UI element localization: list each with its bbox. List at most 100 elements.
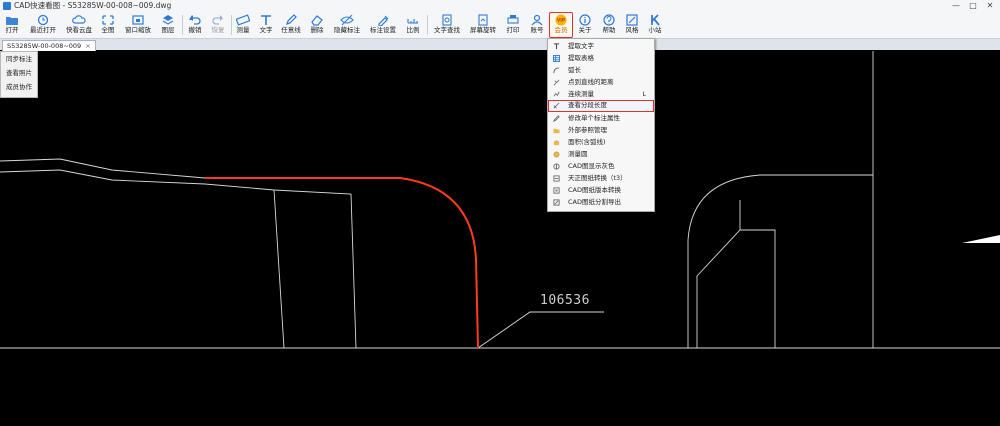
tab-close-icon[interactable]: × xyxy=(85,42,90,50)
continuous-measure-icon xyxy=(553,91,560,97)
menu-item-extract-table[interactable]: 提取表格 xyxy=(548,53,654,64)
freehand-line-button[interactable]: 任意线 xyxy=(278,13,304,37)
menu-item-segment-length[interactable]: 查看分段长度 xyxy=(548,100,654,112)
menu-item-xref-manager[interactable]: 外部参照管理 xyxy=(548,125,654,136)
user-icon xyxy=(531,14,543,26)
about-button[interactable]: 关于 xyxy=(574,13,596,37)
k-icon xyxy=(651,14,660,26)
menu-item-area-with-arc[interactable]: 面积(含弧线) xyxy=(548,137,654,148)
drawing-line xyxy=(273,189,285,349)
view-photos-item[interactable]: 查看照片 xyxy=(1,66,37,80)
fit-view-icon xyxy=(102,15,114,25)
arc-icon xyxy=(553,67,560,74)
undo-button[interactable]: 撤销 xyxy=(184,13,206,37)
vip-dropdown-menu: 提取文字 提取表格 弧长 点到直线的距离 连续测量 L 查看分段长度 修改单个标… xyxy=(547,38,655,212)
menu-item-gray-display[interactable]: CAD图显示灰色 xyxy=(548,161,654,172)
vip-icon: VIP xyxy=(555,14,567,26)
text-button[interactable]: 文字 xyxy=(255,13,277,37)
redo-icon xyxy=(212,15,223,25)
menu-item-arc-length[interactable]: 弧长 xyxy=(548,65,654,76)
toolbar-separator xyxy=(182,15,183,35)
menu-item-measure-circle[interactable]: 测量圆 xyxy=(548,149,654,160)
split-export-icon xyxy=(553,199,560,206)
help-button[interactable]: 帮助 xyxy=(598,13,620,37)
tab-document[interactable]: S53285W-00-008~009 × xyxy=(2,40,96,51)
delete-button[interactable]: 删除 xyxy=(306,13,328,37)
window-title: CAD快速看图 - S53285W-00-008~009.dwg xyxy=(14,1,172,10)
printer-icon xyxy=(507,15,519,24)
highlighted-polyline[interactable] xyxy=(205,177,479,349)
gray-display-icon xyxy=(553,163,560,170)
folder-icon xyxy=(6,17,18,25)
drawing-arrow xyxy=(962,235,1000,243)
pencil-icon xyxy=(286,14,297,25)
window-zoom-icon xyxy=(132,15,144,25)
tab-label: S53285W-00-008~009 xyxy=(7,42,82,50)
convert-icon xyxy=(553,175,560,182)
toolbar: 打开 最近打开 快看云盘 全图 窗口缩放 图层 撤销 恢复 测量 文字 任意线 xyxy=(0,12,1000,39)
scale-button[interactable]: 比例 xyxy=(402,13,424,37)
folder-icon xyxy=(553,128,560,134)
print-button[interactable]: 打印 xyxy=(502,13,524,37)
drawing-canvas[interactable] xyxy=(0,51,1000,426)
close-button[interactable]: ✕ xyxy=(982,0,998,12)
vip-badge-text: VIP xyxy=(557,18,566,24)
text-icon xyxy=(261,15,271,25)
sync-annotation-item[interactable]: 同步标注 xyxy=(1,52,37,66)
edit-annotation-icon xyxy=(553,115,560,122)
minimize-button[interactable]: — xyxy=(948,0,964,12)
eye-hide-icon xyxy=(340,14,354,26)
hide-annotation-button[interactable]: 隐藏标注 xyxy=(330,13,364,37)
rotate-screen-icon xyxy=(478,14,488,26)
maximize-button[interactable]: □ xyxy=(965,0,981,12)
drawing-line xyxy=(0,158,206,179)
dimension-label: 106536 xyxy=(540,293,590,308)
ruler-icon xyxy=(236,14,250,26)
toolbar-separator xyxy=(427,15,428,35)
find-text-icon xyxy=(442,14,452,26)
info-icon xyxy=(579,14,591,26)
left-panel: 同步标注 查看照片 成员协作 xyxy=(0,51,38,98)
account-button[interactable]: 账号 xyxy=(526,13,548,37)
vip-button[interactable]: VIP 会员 xyxy=(549,12,573,38)
segment-length-icon xyxy=(553,102,560,109)
version-convert-icon xyxy=(553,187,560,194)
cloud-icon xyxy=(72,15,86,24)
cloud-drive-button[interactable]: 快看云盘 xyxy=(62,13,96,37)
dimension-leader xyxy=(477,311,604,349)
open-button[interactable]: 打开 xyxy=(1,13,23,37)
menu-item-split-export[interactable]: CAD图纸分割导出 xyxy=(548,197,654,208)
annotation-settings-button[interactable]: 标注设置 xyxy=(366,13,400,37)
circle-icon xyxy=(553,151,560,158)
extract-text-icon xyxy=(553,43,560,50)
window-zoom-button[interactable]: 窗口缩放 xyxy=(121,13,155,37)
redo-button[interactable]: 恢复 xyxy=(207,13,229,37)
menu-item-point-line-distance[interactable]: 点到直线的距离 xyxy=(548,77,654,88)
recent-open-button[interactable]: 最近打开 xyxy=(26,13,60,37)
area-icon xyxy=(553,140,560,146)
table-icon xyxy=(553,55,560,62)
member-collab-item[interactable]: 成员协作 xyxy=(1,80,37,94)
mini-site-button[interactable]: 小站 xyxy=(644,13,666,37)
settings-icon xyxy=(378,15,389,26)
clock-icon xyxy=(37,14,49,26)
style-button[interactable]: 风格 xyxy=(621,13,643,37)
rotate-screen-button[interactable]: 屏幕旋转 xyxy=(466,13,500,37)
menu-item-continuous-measure[interactable]: 连续测量 L xyxy=(548,89,654,100)
menu-item-tangent-convert[interactable]: 天正图纸转换（t3） xyxy=(548,173,654,184)
drawing-arc xyxy=(687,174,761,348)
drawing-line xyxy=(696,229,776,348)
style-icon xyxy=(626,14,638,26)
menu-item-extract-text[interactable]: 提取文字 xyxy=(548,41,654,52)
point-line-icon xyxy=(553,79,560,86)
menu-item-version-convert[interactable]: CAD图纸版本转换 xyxy=(548,185,654,196)
menu-item-edit-annotation[interactable]: 修改单个标注属性 xyxy=(548,113,654,124)
scale-icon xyxy=(407,19,418,24)
layers-button[interactable]: 图层 xyxy=(157,13,179,37)
find-text-button[interactable]: 文字查找 xyxy=(430,13,464,37)
drawing-line xyxy=(0,169,357,349)
measure-button[interactable]: 测量 xyxy=(232,13,254,37)
full-view-button[interactable]: 全图 xyxy=(97,13,119,37)
undo-icon xyxy=(189,15,201,25)
eraser-icon xyxy=(311,15,323,26)
